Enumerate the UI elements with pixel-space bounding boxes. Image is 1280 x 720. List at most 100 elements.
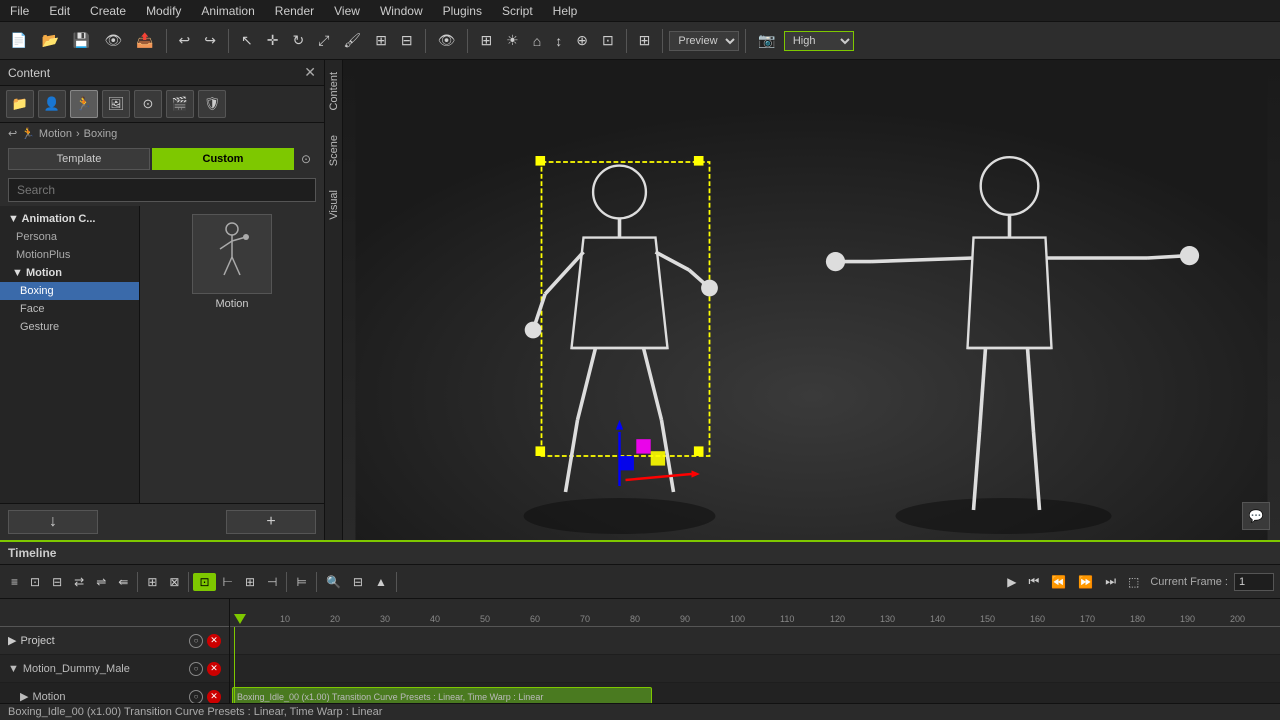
select-button[interactable]: ↖ [235,29,259,52]
menu-window[interactable]: Window [370,2,433,20]
tl-fit-button[interactable]: ▲ [370,573,392,591]
tree-animation-c[interactable]: ▼ Animation C... [0,210,139,228]
menu-modify[interactable]: Modify [136,2,191,20]
camera-button[interactable]: 📷 [752,29,781,52]
tl-remove-button[interactable]: ⊣ [262,573,282,591]
tree-boxing[interactable]: Boxing [0,282,139,300]
dummy-expand-icon[interactable]: ▼ [8,663,19,675]
content-folder-button[interactable]: 📁 [6,90,34,118]
new-file-button[interactable]: 📄 [4,29,33,52]
tool9-button[interactable]: ⊡ [596,29,620,52]
menu-animation[interactable]: Animation [191,2,264,20]
menu-render[interactable]: Render [265,2,324,20]
dummy-visibility-button[interactable]: ○ [189,662,203,676]
custom-tab[interactable]: Custom [152,148,294,170]
content-other-button[interactable]: 🛡 [198,90,226,118]
tl-add-track-button[interactable]: ⊞ [240,573,260,591]
quality-select[interactable]: High [784,31,854,51]
tl-box-button[interactable]: ⊡ [25,573,45,591]
move-button[interactable]: ✛ [261,29,285,52]
content-effects-button[interactable]: ⊙ [134,90,162,118]
save-file-button[interactable]: 💾 [67,29,96,52]
motion-expand-icon[interactable]: ▶ [20,690,28,703]
content-close-button[interactable]: ✕ [304,64,316,81]
tl-loop-button[interactable]: ⬚ [1123,573,1144,591]
tl-unlink-button[interactable]: ⇌ [91,573,111,591]
tab-circle-button[interactable]: ⊙ [296,148,316,170]
menu-script[interactable]: Script [492,2,543,20]
view-button[interactable]: 👁 [432,29,462,52]
tool7-button[interactable]: ↕ [549,30,568,52]
tl-back-button[interactable]: ⇚ [113,573,133,591]
tree-motionplus[interactable]: MotionPlus [0,246,139,264]
tl-expand-button[interactable]: ⊨ [291,573,311,591]
search-input[interactable] [8,178,316,202]
visual-side-tab[interactable]: Visual [326,178,342,232]
tl-start-button[interactable]: ⏮ [1023,572,1044,591]
tl-forward-button[interactable]: ⏩ [1073,573,1098,591]
menu-create[interactable]: Create [80,2,136,20]
content-motion-button[interactable]: 🏃 [70,90,98,118]
motion-visibility-button[interactable]: ○ [189,690,203,704]
breadcrumb-item-1[interactable]: Motion [39,128,72,140]
viewport[interactable]: 💬 Realtime ▶ ⏮ ⏪ ⏩ ⏭ ⬜ 💬 ♪ ⚙ ⊞ [343,60,1280,540]
tl-zoom-out-button[interactable]: ⊟ [348,573,368,591]
tree-down-button[interactable]: ↓ [8,510,98,534]
tool8-button[interactable]: ⊕ [570,29,594,52]
project-expand-icon[interactable]: ▶ [8,634,16,647]
preview-select[interactable]: Preview [669,31,739,51]
tl-clip2-button[interactable]: ⊢ [218,573,238,591]
align-button[interactable]: ☀ [500,29,525,52]
tool10-button[interactable]: ⊞ [633,29,657,52]
menu-view[interactable]: View [324,2,370,20]
tl-play2-button[interactable]: ▶ [1002,573,1021,591]
menu-file[interactable]: File [0,2,39,20]
home-button[interactable]: ⌂ [527,30,547,52]
content-side-tab[interactable]: Content [326,60,342,123]
tree-motion[interactable]: ▼ Motion [0,264,139,282]
tree-persona[interactable]: Persona [0,228,139,246]
tl-collapse-button[interactable]: ⊟ [47,573,67,591]
undo-button[interactable]: ↩ [173,29,197,52]
tl-clip-button[interactable]: ⊡ [193,573,215,591]
tl-delete-button[interactable]: ⊠ [164,573,184,591]
timeline-clip[interactable]: Boxing_Idle_00 (x1.00) Transition Curve … [232,687,652,703]
tl-list-button[interactable]: ≡ [6,573,23,591]
scale-button[interactable]: ⤢ [312,29,335,52]
project-close-button[interactable]: ✕ [207,634,221,648]
project-visibility-button[interactable]: ○ [189,634,203,648]
scene-side-tab[interactable]: Scene [326,123,342,178]
tree-gesture[interactable]: Gesture [0,318,139,336]
menu-help[interactable]: Help [543,2,588,20]
show-hide-button[interactable]: 👁 [98,29,128,52]
tool6-button[interactable]: ⊟ [395,29,419,52]
menu-edit[interactable]: Edit [39,2,80,20]
tl-frame-input[interactable] [1234,573,1274,591]
content-video-button[interactable]: 🎬 [166,90,194,118]
snap-button[interactable]: ⊞ [474,29,498,52]
comment-button[interactable]: 💬 [1242,502,1270,530]
breadcrumb-back-icon[interactable]: ↩ [8,127,17,140]
dummy-close-button[interactable]: ✕ [207,662,221,676]
template-tab[interactable]: Template [8,148,150,170]
content-image-button[interactable]: 🖼 [102,90,130,118]
tl-insert-button[interactable]: ⊞ [142,573,162,591]
timeline-motion-row[interactable]: Boxing_Idle_00 (x1.00) Transition Curve … [230,683,1280,703]
motion-close-button[interactable]: ✕ [207,690,221,704]
open-file-button[interactable]: 📂 [35,29,64,52]
menu-plugins[interactable]: Plugins [433,2,492,20]
redo-button[interactable]: ↪ [198,29,222,52]
rotate-button[interactable]: ↻ [286,29,310,52]
tl-end-button[interactable]: ⏭ [1100,572,1121,591]
ruler-110: 110 [780,614,794,624]
tl-rewind-button[interactable]: ⏪ [1046,573,1071,591]
tree-add-button[interactable]: + [226,510,316,534]
tool5-button[interactable]: ⊞ [369,29,393,52]
tl-link-button[interactable]: ⇄ [69,573,89,591]
tl-zoom-in-button[interactable]: 🔍 [321,573,346,591]
breadcrumb-item-2[interactable]: Boxing [84,128,118,140]
content-person-button[interactable]: 👤 [38,90,66,118]
tree-face[interactable]: Face [0,300,139,318]
export-button[interactable]: 📤 [130,29,159,52]
paint-button[interactable]: 🖌 [337,29,367,52]
